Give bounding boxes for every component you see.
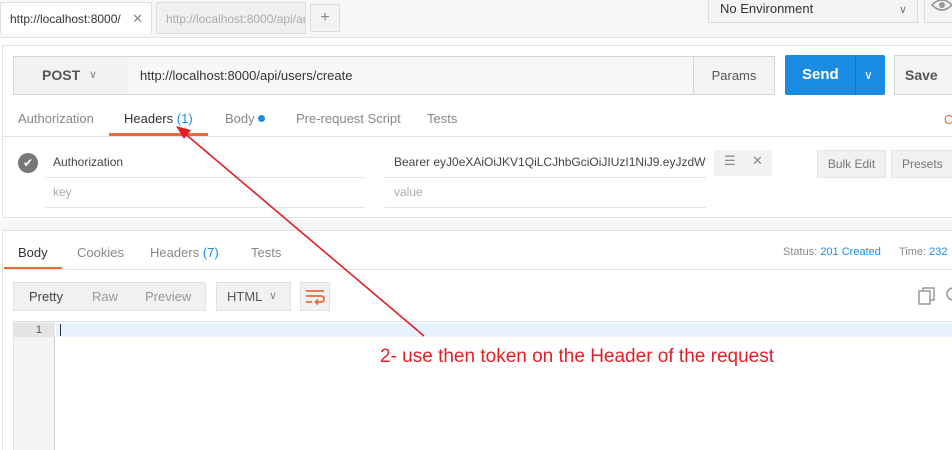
delete-icon[interactable]: ✕ — [752, 153, 763, 169]
chevron-down-icon: ∨ — [89, 69, 98, 81]
response-tab-cookies[interactable]: Cookies — [77, 240, 124, 270]
method-select[interactable]: POST ∨ — [13, 56, 129, 95]
text-cursor — [60, 324, 61, 336]
check-icon[interactable]: ✔ — [18, 153, 38, 173]
bulk-edit-button[interactable]: Bulk Edit — [817, 150, 886, 178]
plus-icon: + — [320, 9, 330, 26]
send-split-divider — [855, 55, 856, 95]
wrap-lines-button[interactable] — [300, 282, 330, 311]
environment-value: No Environment — [720, 1, 814, 16]
save-button[interactable]: Save — [894, 55, 952, 95]
header-row-actions: ☰ ✕ — [714, 150, 772, 176]
tab-authorization-label: Authorization — [18, 111, 94, 126]
tab-tests-label: Tests — [427, 111, 458, 126]
time-readout: Time: 232 — [899, 246, 948, 258]
status-label: Status: — [783, 246, 818, 258]
time-value: 232 — [929, 246, 948, 258]
tab-label: http://localhost:8000/ — [10, 12, 121, 26]
divider — [2, 136, 952, 137]
tab-body[interactable]: Body — [225, 106, 265, 136]
tab-tests[interactable]: Tests — [427, 106, 457, 136]
environment-quick-look-button[interactable] — [924, 0, 952, 23]
tab-body-label: Body — [225, 111, 255, 126]
tab-label: http://localhost:8000/api/au — [166, 12, 306, 26]
header-value-value: Bearer eyJ0eXAiOiJKV1QiLCJhbGciOiJIUzI1N… — [394, 155, 706, 169]
status-value: 201 Created — [820, 246, 881, 258]
time-label: Time: — [899, 246, 927, 258]
language-value: HTML — [227, 289, 263, 304]
modified-dot-icon — [257, 115, 265, 122]
chevron-down-icon: ∨ — [269, 290, 278, 302]
url-input[interactable]: http://localhost:8000/api/users/create — [128, 56, 694, 95]
request-tab-inactive[interactable]: http://localhost:8000/api/au — [156, 2, 306, 34]
response-editor[interactable]: 1 — [13, 321, 952, 450]
format-raw[interactable]: Raw — [92, 283, 118, 310]
headers-count: (1) — [176, 111, 193, 126]
value-placeholder: value — [394, 185, 423, 199]
method-value: POST — [42, 67, 81, 83]
new-header-value-field[interactable]: value — [385, 178, 706, 208]
wrap-lines-icon — [306, 290, 325, 306]
format-toggle-group: Pretty Raw Preview — [13, 282, 206, 311]
key-placeholder: key — [53, 185, 72, 199]
header-key-field[interactable]: Authorization — [45, 148, 365, 178]
response-tab-tests[interactable]: Tests — [251, 240, 281, 270]
format-preview[interactable]: Preview — [145, 283, 191, 310]
clipped-link[interactable]: C — [944, 112, 952, 127]
active-line-highlight — [56, 323, 952, 337]
new-header-key-field[interactable]: key — [45, 178, 365, 208]
tab-headers-label: Headers — [124, 111, 174, 126]
request-tab-bar: http://localhost:8000/ ✕ http://localhos… — [0, 0, 952, 38]
request-tab-active[interactable]: http://localhost:8000/ ✕ — [0, 2, 152, 34]
response-tab-body[interactable]: Body — [4, 240, 62, 270]
close-icon[interactable]: ✕ — [132, 3, 143, 33]
hamburger-icon[interactable]: ☰ — [724, 153, 736, 169]
tab-authorization[interactable]: Authorization — [18, 106, 94, 136]
line-number: 1 — [14, 323, 55, 337]
header-key-value: Authorization — [53, 155, 124, 169]
send-label: Send — [802, 66, 839, 83]
eye-icon — [930, 0, 952, 11]
copy-icon[interactable] — [918, 287, 936, 305]
search-icon[interactable] — [944, 287, 952, 303]
chevron-down-icon[interactable]: ∨ — [864, 55, 873, 95]
response-tab-headers[interactable]: Headers (7) — [150, 240, 219, 270]
response-tab-headers-label: Headers — [150, 245, 200, 260]
line-gutter — [14, 322, 55, 450]
tab-headers[interactable]: Headers (1) — [109, 106, 208, 136]
url-value: http://localhost:8000/api/users/create — [140, 68, 353, 83]
send-button[interactable]: Send ∨ — [785, 55, 885, 95]
panel-separator — [0, 220, 952, 230]
tab-pre-request-label: Pre-request Script — [296, 111, 401, 126]
tab-pre-request-script[interactable]: Pre-request Script — [296, 106, 401, 136]
presets-button[interactable]: Presets — [891, 150, 952, 178]
response-tab-body-label: Body — [18, 245, 48, 260]
divider — [2, 269, 952, 270]
annotation-text: 2- use then token on the Header of the r… — [380, 346, 774, 367]
header-value-field[interactable]: Bearer eyJ0eXAiOiJKV1QiLCJhbGciOiJIUzI1N… — [385, 148, 706, 178]
response-tab-cookies-label: Cookies — [77, 245, 124, 260]
params-button[interactable]: Params — [693, 56, 775, 95]
chevron-down-icon: ∨ — [898, 4, 907, 16]
status-readout: Status: 201 Created — [783, 246, 881, 258]
language-select[interactable]: HTML ∨ — [216, 282, 291, 311]
new-tab-button[interactable]: + — [310, 4, 340, 32]
environment-select[interactable]: No Environment ∨ — [708, 0, 918, 23]
response-tab-tests-label: Tests — [251, 245, 282, 260]
format-pretty[interactable]: Pretty — [29, 283, 63, 310]
response-headers-count: (7) — [202, 245, 219, 260]
